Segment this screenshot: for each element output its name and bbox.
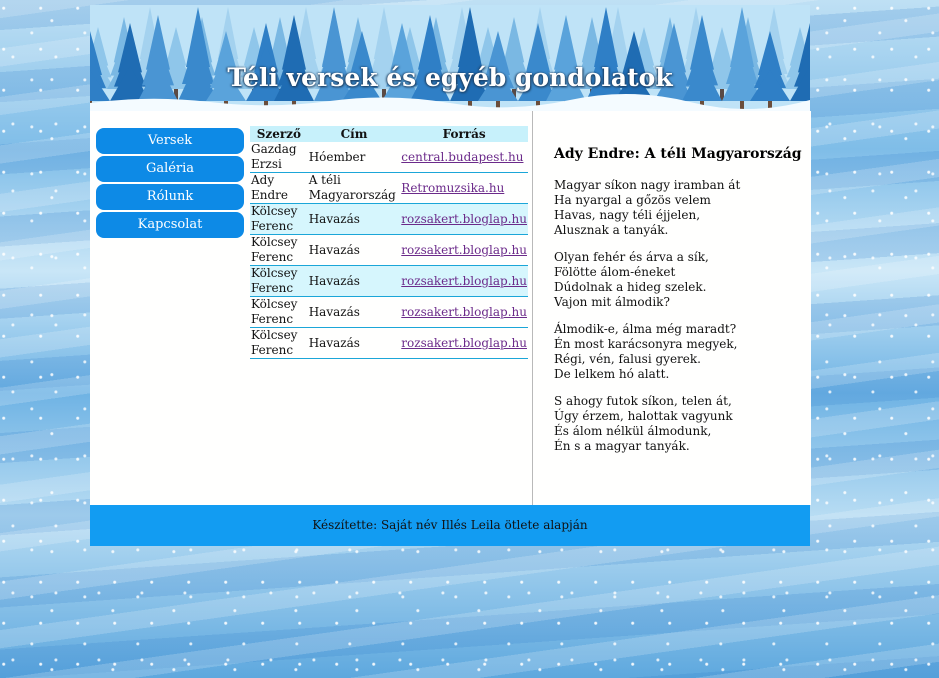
poems-table: Szerző Cím Forrás Gazdag Erzsi Hóember c… [250, 126, 528, 359]
table-row: Kölcsey Ferenc Havazás rozsakert.bloglap… [250, 203, 528, 235]
cell-title: A téli Magyarország [307, 172, 401, 204]
cell-title: Havazás [307, 327, 401, 359]
cell-title: Havazás [307, 296, 401, 328]
footer-credit: Készítette: Saját név Illés Leila ötlete… [312, 518, 588, 532]
poem-line: Álmodik-e, álma még maradt? [554, 322, 737, 336]
poem-line: Magyar síkon nagy iramban át [554, 178, 741, 192]
site-title: Téli versek és egyéb gondolatok [227, 63, 673, 92]
cell-author: Kölcsey Ferenc [250, 327, 308, 359]
poem-line: Én s a magyar tanyák. [554, 439, 690, 453]
column-header-title: Cím [307, 126, 401, 142]
winter-forest-image [90, 5, 810, 111]
source-link[interactable]: rozsakert.bloglap.hu [401, 305, 527, 319]
source-link[interactable]: rozsakert.bloglap.hu [401, 243, 527, 257]
table-row: Ady Endre A téli Magyarország Retromuzsi… [250, 172, 528, 204]
nav-item-kapcsolat[interactable]: Kapcsolat [96, 212, 244, 238]
nav-item-rolunk[interactable]: Rólunk [96, 184, 244, 210]
cell-title: Havazás [307, 234, 401, 266]
nav-item-versek[interactable]: Versek [96, 128, 244, 154]
table-row: Kölcsey Ferenc Havazás rozsakert.bloglap… [250, 327, 528, 359]
source-link[interactable]: rozsakert.bloglap.hu [401, 274, 527, 288]
source-link[interactable]: central.budapest.hu [401, 150, 523, 164]
poem-body: Magyar síkon nagy iramban át Ha nyargal … [554, 178, 804, 466]
poem-line: Fölötte álom-éneket [554, 265, 676, 279]
cell-title: Hóember [307, 142, 401, 173]
column-header-author: Szerző [250, 126, 308, 142]
cell-title: Havazás [307, 265, 401, 297]
table-row: Gazdag Erzsi Hóember central.budapest.hu [250, 142, 528, 173]
table-header-row: Szerző Cím Forrás [250, 126, 528, 142]
poem-line: De lelkem hó alatt. [554, 367, 670, 381]
source-link[interactable]: Retromuzsika.hu [401, 181, 504, 195]
main-navigation: Versek Galéria Rólunk Kapcsolat [96, 128, 244, 240]
source-link[interactable]: rozsakert.bloglap.hu [401, 212, 527, 226]
poem-stanza: Magyar síkon nagy iramban át Ha nyargal … [554, 178, 804, 238]
nav-item-galeria[interactable]: Galéria [96, 156, 244, 182]
poem-stanza: Olyan fehér és árva a sík, Fölötte álom-… [554, 250, 804, 310]
table-row: Kölcsey Ferenc Havazás rozsakert.bloglap… [250, 234, 528, 266]
table-row: Kölcsey Ferenc Havazás rozsakert.bloglap… [250, 265, 528, 297]
cell-title: Havazás [307, 203, 401, 235]
poem-line: Régi, vén, falusi gyerek. [554, 352, 701, 366]
poem-line: Ha nyargal a gőzös velem [554, 193, 711, 207]
table-row: Kölcsey Ferenc Havazás rozsakert.bloglap… [250, 296, 528, 328]
poem-line: Vajon mit álmodik? [554, 295, 670, 309]
poem-line: És álom nélkül álmodunk, [554, 424, 712, 438]
header-banner: Téli versek és egyéb gondolatok [90, 5, 810, 111]
cell-author: Kölcsey Ferenc [250, 265, 308, 297]
poem-title: Ady Endre: A téli Magyarország [554, 146, 802, 162]
cell-author: Kölcsey Ferenc [250, 203, 308, 235]
column-header-source: Forrás [400, 126, 528, 142]
poem-line: Havas, nagy téli éjjelen, [554, 208, 701, 222]
cell-author: Kölcsey Ferenc [250, 234, 308, 266]
cell-author: Gazdag Erzsi [250, 142, 308, 173]
poem-line: Alusznak a tanyák. [554, 223, 669, 237]
footer: Készítette: Saját név Illés Leila ötlete… [90, 505, 810, 546]
poem-line: S ahogy futok síkon, telen át, [554, 394, 732, 408]
poem-line: Úgy érzem, halottak vagyunk [554, 409, 733, 423]
poem-line: Dúdolnak a hideg szelek. [554, 280, 707, 294]
cell-author: Kölcsey Ferenc [250, 296, 308, 328]
poem-stanza: Álmodik-e, álma még maradt? Én most kará… [554, 322, 804, 382]
poem-panel: Ady Endre: A téli Magyarország Magyar sí… [532, 111, 811, 505]
poems-table-container: Szerző Cím Forrás Gazdag Erzsi Hóember c… [250, 126, 528, 359]
poem-stanza: S ahogy futok síkon, telen át, Úgy érzem… [554, 394, 804, 454]
cell-author: Ady Endre [250, 172, 308, 204]
poem-line: Én most karácsonyra megyek, [554, 337, 738, 351]
poem-line: Olyan fehér és árva a sík, [554, 250, 709, 264]
source-link[interactable]: rozsakert.bloglap.hu [401, 336, 527, 350]
page-container: Téli versek és egyéb gondolatok Versek G… [90, 5, 811, 546]
